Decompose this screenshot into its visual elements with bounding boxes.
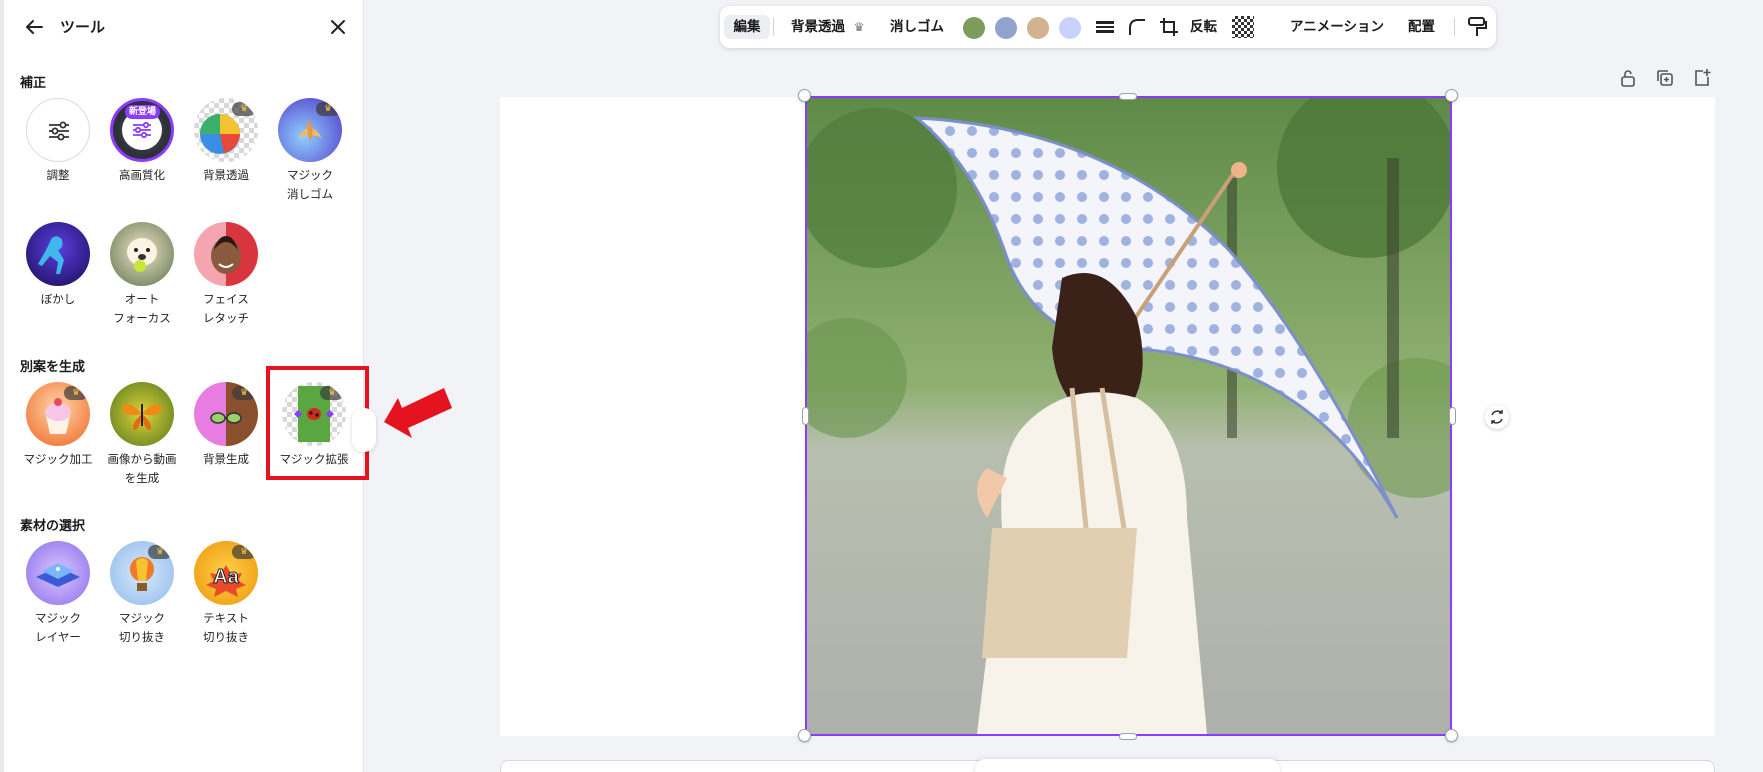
tool-autofocus[interactable]: オート フォーカス <box>100 222 184 328</box>
selected-photo[interactable] <box>805 96 1452 736</box>
tool-upscale[interactable]: 新登場 高画質化 <box>100 98 184 185</box>
tool-label: 高画質化 <box>119 168 165 182</box>
edit-button[interactable]: 編集 <box>724 15 770 39</box>
bg-remove-button[interactable]: 背景透過 ♛ <box>791 15 864 39</box>
panel-header: ツール <box>4 0 364 54</box>
tool-label: マジック レイヤー <box>35 611 81 644</box>
tool-label: マジック 消しゴム <box>287 168 333 201</box>
tool-bg-generate[interactable]: ♛ 背景生成 <box>184 382 268 469</box>
text-cutout-icon: Aa ♛ <box>194 541 258 605</box>
close-icon <box>331 20 345 34</box>
panel-title: ツール <box>60 18 106 36</box>
back-button[interactable] <box>22 15 46 39</box>
tool-magic-layer[interactable]: マジック レイヤー <box>16 541 100 647</box>
tool-label: オート フォーカス <box>113 292 171 325</box>
add-page-icon[interactable] <box>1692 68 1712 88</box>
red-arrow-pointer <box>384 388 452 438</box>
section-title-select: 素材の選択 <box>20 519 86 534</box>
close-button[interactable] <box>326 15 350 39</box>
palette-swatch[interactable] <box>1027 17 1049 39</box>
tool-magic-edit[interactable]: ♛ マジック加工 <box>16 382 100 469</box>
palette-swatch[interactable] <box>1059 17 1081 39</box>
rotate-icon <box>1491 410 1503 424</box>
bg-generate-icon: ♛ <box>194 382 258 446</box>
magic-cutout-icon: ♛ <box>110 541 174 605</box>
svg-text:Aa: Aa <box>213 566 239 588</box>
adjust-icon <box>26 98 90 162</box>
rotate-button[interactable] <box>1485 405 1509 429</box>
resize-handle-left[interactable] <box>802 407 809 425</box>
tools-panel: ツール 補正 調整 新登場 高画質化 ♛ 背景透過 ♛ マジック 消しゴム ぼか… <box>0 0 369 772</box>
tool-label: マジック加工 <box>23 452 93 466</box>
arrow-left-icon <box>26 20 43 34</box>
tool-label: 背景透過 <box>203 168 249 182</box>
tool-text-cutout[interactable]: Aa ♛ テキスト 切り抜き <box>184 541 268 647</box>
new-badge: 新登場 <box>125 105 161 119</box>
tool-face-retouch[interactable]: フェイス レタッチ <box>184 222 268 328</box>
crown-icon: ♛ <box>64 386 88 400</box>
panel-collapse-handle[interactable] <box>352 408 376 452</box>
tool-bg-remove[interactable]: ♛ 背景透過 <box>184 98 268 185</box>
magic-eraser-icon: ♛ <box>278 98 342 162</box>
animate-button[interactable]: アニメーション <box>1290 15 1384 39</box>
crown-icon: ♛ <box>148 545 172 559</box>
palette-swatch[interactable] <box>995 17 1017 39</box>
resize-handle-bottom[interactable] <box>1119 733 1137 740</box>
tool-label: マジック 切り抜き <box>119 611 165 644</box>
tool-adjust[interactable]: 調整 <box>16 98 100 185</box>
tool-label: 調整 <box>46 168 70 182</box>
resize-handle-top-left[interactable] <box>798 89 811 102</box>
crown-icon: ♛ <box>232 545 256 559</box>
photo-image <box>807 98 1450 734</box>
tool-label: ぼかし <box>40 292 76 306</box>
tool-magic-eraser[interactable]: ♛ マジック 消しゴム <box>268 98 352 204</box>
crop-icon[interactable] <box>1158 16 1180 38</box>
crown-icon: ♛ <box>232 102 256 116</box>
resize-handle-bottom-left[interactable] <box>798 729 811 742</box>
blur-icon <box>26 222 90 286</box>
section-title-generate: 別案を生成 <box>20 360 86 375</box>
toolbar-divider <box>773 18 774 36</box>
face-retouch-icon <box>194 222 258 286</box>
magic-layer-icon <box>26 541 90 605</box>
flip-button[interactable]: 反転 <box>1190 15 1217 39</box>
resize-handle-top-right[interactable] <box>1445 89 1458 102</box>
autofocus-icon <box>110 222 174 286</box>
palette-swatch[interactable] <box>963 17 985 39</box>
upscale-icon: 新登場 <box>110 98 174 162</box>
copy-style-icon[interactable] <box>1466 16 1488 38</box>
eraser-button[interactable]: 消しゴム <box>890 15 944 39</box>
crown-icon: ♛ <box>232 386 256 400</box>
tool-label: テキスト 切り抜き <box>203 611 249 644</box>
tool-label: フェイス レタッチ <box>203 292 249 325</box>
tool-image-to-video[interactable]: 画像から動画 を生成 <box>100 382 184 488</box>
duplicate-page-icon[interactable] <box>1655 68 1675 88</box>
tool-label: 画像から動画 を生成 <box>107 452 177 485</box>
transparency-icon[interactable] <box>1232 16 1254 38</box>
tool-magic-cutout[interactable]: ♛ マジック 切り抜き <box>100 541 184 647</box>
line-weight-icon[interactable] <box>1094 16 1116 38</box>
bg-remove-icon: ♛ <box>194 98 258 162</box>
crown-icon: ♛ <box>316 102 340 116</box>
floating-page-toolbar <box>975 759 1280 772</box>
lock-icon[interactable] <box>1618 68 1638 88</box>
magic-edit-icon: ♛ <box>26 382 90 446</box>
resize-handle-bottom-right[interactable] <box>1445 729 1458 742</box>
bg-remove-label: 背景透過 <box>791 19 845 35</box>
tool-label: 背景生成 <box>203 452 249 466</box>
corner-radius-icon[interactable] <box>1126 16 1148 38</box>
resize-handle-right[interactable] <box>1449 407 1456 425</box>
top-toolbar: 編集 背景透過 ♛ 消しゴム 反転 アニメーション 配置 <box>720 6 1496 48</box>
section-title-adjust: 補正 <box>20 76 47 91</box>
image-to-video-icon <box>110 382 174 446</box>
toolbar-divider <box>1454 18 1455 36</box>
tool-blur[interactable]: ぼかし <box>16 222 100 309</box>
position-button[interactable]: 配置 <box>1408 15 1435 39</box>
resize-handle-top[interactable] <box>1119 93 1137 100</box>
crown-icon: ♛ <box>853 20 865 34</box>
